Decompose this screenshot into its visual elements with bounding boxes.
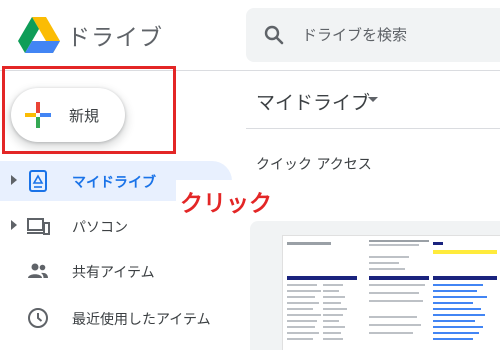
click-annotation-text: クリック: [180, 191, 272, 217]
expand-arrow-icon[interactable]: [11, 175, 17, 185]
chevron-down-icon[interactable]: [368, 97, 378, 102]
content-divider: [246, 128, 500, 129]
highlight-frame: [2, 66, 176, 154]
click-annotation: クリック: [176, 180, 304, 220]
page-title[interactable]: マイドライブ: [256, 88, 370, 115]
quick-access-heading: クイック アクセス: [256, 157, 372, 173]
app-title: ドライブ: [67, 25, 163, 51]
sidebar-item-label: 共有アイテム: [72, 265, 155, 281]
expand-arrow-icon[interactable]: [11, 220, 17, 230]
search-icon[interactable]: [262, 23, 286, 47]
sidebar-item-label: パソコン: [72, 220, 128, 236]
drive-logo-icon[interactable]: [18, 17, 60, 53]
my-drive-icon: [26, 169, 50, 193]
sidebar-item-shared[interactable]: 共有アイテム: [0, 251, 232, 291]
search-input[interactable]: [300, 22, 500, 48]
search-bar[interactable]: [246, 8, 500, 62]
sidebar-item-label: 最近使用したアイテム: [72, 312, 211, 328]
sidebar-item-label: マイドライブ: [72, 175, 156, 191]
sidebar-item-recent[interactable]: 最近使用したアイテム: [0, 298, 232, 338]
file-thumbnail: [282, 235, 500, 350]
computers-icon: [26, 214, 50, 238]
shared-people-icon: [26, 259, 50, 283]
quick-access-file-card[interactable]: [250, 221, 500, 350]
clock-icon: [26, 306, 50, 330]
